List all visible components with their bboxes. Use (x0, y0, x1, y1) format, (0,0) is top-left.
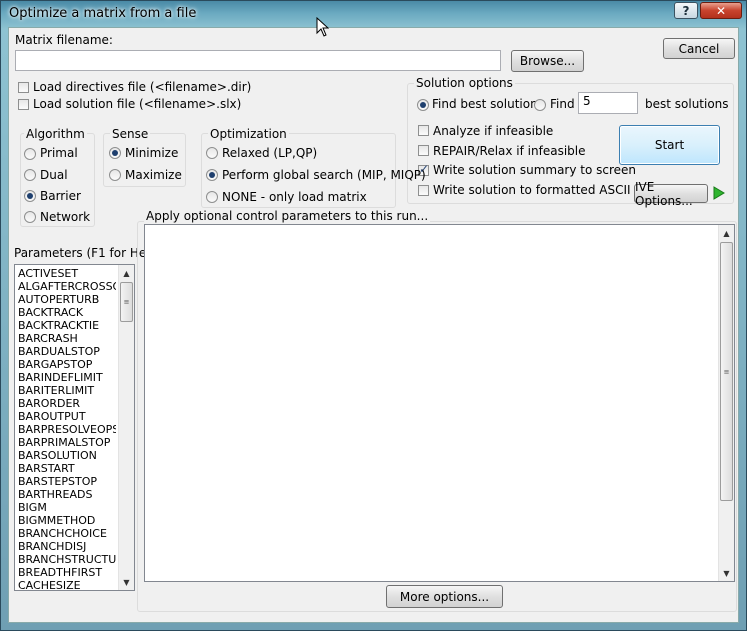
parameter-item[interactable]: BRANCHDISJ (15, 540, 116, 553)
analyze-checkbox[interactable] (418, 125, 429, 136)
parameter-item[interactable]: CACHESIZE (15, 579, 116, 590)
parameter-item[interactable]: BARSOLUTION (15, 449, 116, 462)
play-icon[interactable] (713, 186, 725, 200)
find-best-radio[interactable] (417, 99, 429, 111)
parameter-item[interactable]: BRANCHSTRUCTU (15, 553, 116, 566)
sense-minimize-label: Minimize (125, 146, 179, 160)
optimization-global-label: Perform global search (MIP, MIQP) (222, 168, 426, 182)
parameter-item[interactable]: ALGAFTERCROSSO (15, 280, 116, 293)
parameter-item[interactable]: AUTOPERTURB (15, 293, 116, 306)
control-params-scrollbar[interactable]: ▲ ≡ ▼ (718, 225, 734, 581)
find-best-label: Find best solution (432, 97, 538, 111)
sense-title: Sense (110, 127, 151, 141)
parameter-item[interactable]: BIGMMETHOD (15, 514, 116, 527)
parameters-list[interactable]: ACTIVESET ALGAFTERCROSSO AUTOPERTURB BACKTR… (14, 264, 135, 591)
ive-options-button[interactable]: IVE Options... (634, 180, 708, 208)
sense-minimize-radio[interactable] (109, 147, 121, 159)
title-bar[interactable]: Optimize a matrix from a file ? ✕ (1, 1, 746, 27)
parameter-item[interactable]: ACTIVESET (15, 267, 116, 280)
load-solution-checkbox[interactable] (18, 99, 29, 110)
parameter-item[interactable]: BARINDEFLIMIT (15, 371, 116, 384)
parameter-item[interactable]: BARPRESOLVEOPS (15, 423, 116, 436)
parameter-item[interactable]: BACKTRACK (15, 306, 116, 319)
parameter-item[interactable]: BACKTRACKTIE (15, 319, 116, 332)
scroll-down-icon[interactable]: ▼ (119, 574, 134, 590)
close-icon: ✕ (715, 3, 727, 18)
start-button[interactable]: Start (619, 125, 720, 165)
algorithm-barrier-radio[interactable] (24, 190, 36, 202)
optimization-relaxed-radio[interactable] (206, 147, 218, 159)
parameter-item[interactable]: BARITERLIMIT (15, 384, 116, 397)
scroll-thumb[interactable]: ≡ (720, 242, 733, 501)
matrix-filename-input[interactable] (15, 50, 501, 71)
optimization-relaxed-label: Relaxed (LP,QP) (222, 146, 318, 160)
more-options-button[interactable]: More options... (386, 585, 503, 608)
close-button[interactable]: ✕ (700, 2, 742, 19)
analyze-label: Analyze if infeasible (433, 124, 554, 138)
sense-maximize-radio[interactable] (109, 169, 121, 181)
repair-label: REPAIR/Relax if infeasible (433, 144, 586, 158)
algorithm-dual-radio[interactable] (24, 169, 36, 181)
solution-options-title: Solution options (414, 76, 515, 90)
parameter-item[interactable]: BARGAPSTOP (15, 358, 116, 371)
matrix-filename-label: Matrix filename: (15, 33, 113, 47)
control-params-label: Apply optional control parameters to thi… (144, 209, 431, 223)
scroll-thumb[interactable]: ≡ (120, 282, 133, 322)
cancel-button[interactable]: Cancel (663, 38, 735, 59)
algorithm-dual-label: Dual (40, 168, 68, 182)
scroll-down-icon[interactable]: ▼ (719, 565, 734, 581)
find-n-radio[interactable] (534, 99, 546, 111)
dialog-body: Matrix filename: Browse... Cancel Load d… (8, 27, 739, 623)
parameter-item[interactable]: BARSTEPSTOP (15, 475, 116, 488)
load-solution-label: Load solution file (<filename>.slx) (33, 97, 242, 111)
load-directives-checkbox[interactable] (18, 82, 29, 93)
control-params-textarea[interactable]: ▲ ≡ ▼ (144, 224, 735, 582)
find-n-label: Find (550, 97, 575, 111)
dialog-window: Optimize a matrix from a file ? ✕ Matrix… (0, 0, 747, 631)
parameter-item[interactable]: BARPRIMALSTOP (15, 436, 116, 449)
repair-checkbox[interactable] (418, 145, 429, 156)
mouse-cursor-icon (316, 16, 330, 40)
write-ascii-checkbox[interactable] (418, 185, 429, 196)
algorithm-primal-radio[interactable] (24, 148, 36, 160)
algorithm-network-label: Network (40, 210, 91, 224)
optimization-global-radio[interactable] (206, 169, 218, 181)
help-icon: ? (682, 3, 690, 18)
parameter-item[interactable]: BARCRASH (15, 332, 116, 345)
parameter-item[interactable]: BARTHREADS (15, 488, 116, 501)
window-title: Optimize a matrix from a file (9, 6, 197, 21)
algorithm-title: Algorithm (24, 127, 87, 141)
browse-button[interactable]: Browse... (511, 50, 584, 72)
find-count-input[interactable]: 5 (578, 92, 638, 114)
algorithm-barrier-label: Barrier (40, 189, 81, 203)
optimization-title: Optimization (208, 127, 289, 141)
parameter-item[interactable]: BREADTHFIRST (15, 566, 116, 579)
algorithm-network-radio[interactable] (24, 211, 36, 223)
parameter-item[interactable]: BAROUTPUT (15, 410, 116, 423)
parameter-item[interactable]: BARORDER (15, 397, 116, 410)
parameter-item[interactable]: BARDUALSTOP (15, 345, 116, 358)
parameter-item[interactable]: BARSTART (15, 462, 116, 475)
optimization-none-radio[interactable] (206, 191, 218, 203)
parameter-item[interactable]: BIGM (15, 501, 116, 514)
parameters-scrollbar[interactable]: ▲ ≡ ▼ (118, 265, 134, 590)
scroll-up-icon[interactable]: ▲ (719, 225, 734, 241)
sense-maximize-label: Maximize (125, 168, 182, 182)
algorithm-primal-label: Primal (40, 146, 78, 160)
best-solutions-label: best solutions (645, 97, 729, 111)
write-ascii-label: Write solution to formatted ASCII file (433, 183, 653, 197)
optimization-none-label: NONE - only load matrix (222, 190, 367, 204)
parameters-items: ACTIVESET ALGAFTERCROSSO AUTOPERTURB BACKTR… (15, 267, 116, 590)
load-directives-label: Load directives file (<filename>.dir) (33, 80, 252, 94)
parameter-item[interactable]: BRANCHCHOICE (15, 527, 116, 540)
scroll-up-icon[interactable]: ▲ (119, 265, 134, 281)
help-button[interactable]: ? (674, 2, 698, 19)
write-summary-label: Write solution summary to screen (433, 163, 637, 177)
